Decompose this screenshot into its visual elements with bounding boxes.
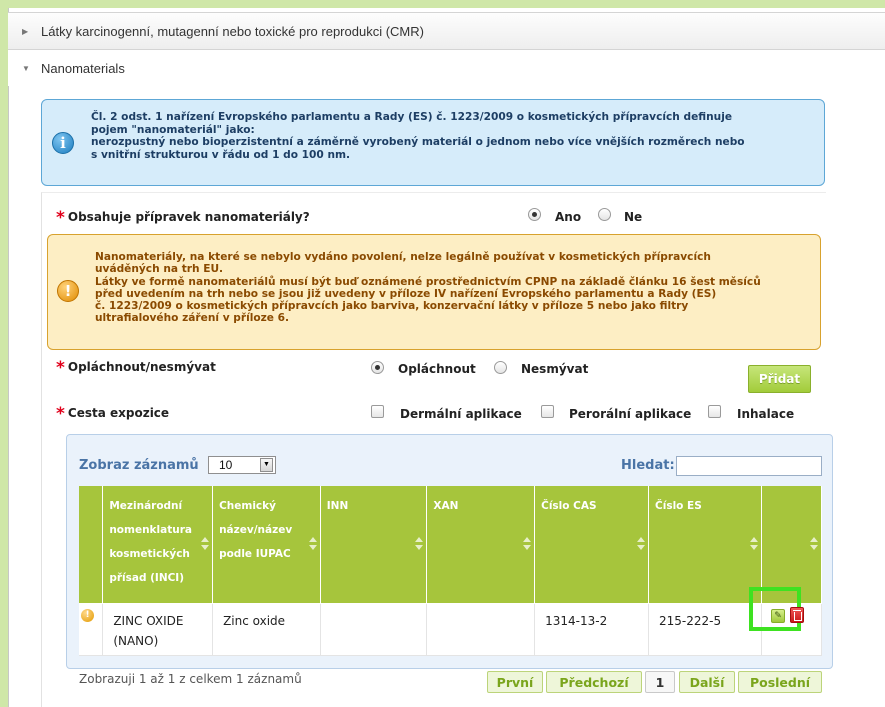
- cell-es: 215-222-5: [648, 603, 762, 656]
- column-header-es-label: Číslo ES: [655, 500, 702, 512]
- info-message: i Čl. 2 odst. 1 nařízení Evropského parl…: [41, 99, 825, 186]
- cell-cas: 1314-13-2: [534, 603, 650, 656]
- cell-chemical: Zinc oxide: [212, 603, 321, 656]
- cell-xan: [426, 603, 536, 656]
- sort-icon: [523, 537, 532, 551]
- column-header-inci[interactable]: Mezinárodní nomenklatura kosmetických př…: [102, 486, 214, 604]
- checkbox-inhalation[interactable]: [708, 405, 721, 418]
- column-header-xan-label: XAN: [433, 500, 459, 512]
- column-header-chemical-label: Chemický název/název podle IUPAC: [219, 500, 293, 560]
- checkbox-dermal[interactable]: [371, 405, 384, 418]
- pagination-current[interactable]: 1: [645, 671, 675, 693]
- length-select-value: 10: [219, 458, 233, 472]
- warning-icon: !: [81, 608, 94, 622]
- radio-oplachnout[interactable]: [371, 361, 384, 374]
- column-header-xan[interactable]: XAN: [426, 486, 536, 604]
- pencil-edit-icon[interactable]: ✎: [771, 609, 785, 623]
- pagination-previous[interactable]: Předchozí: [546, 671, 642, 693]
- dropdown-arrow-icon: ▼: [260, 458, 273, 472]
- required-asterisk: *: [56, 358, 65, 378]
- sort-icon: [201, 537, 210, 551]
- question-rinse-label: Opláchnout/nesmývat: [67, 360, 216, 374]
- column-header-actions[interactable]: [761, 486, 823, 604]
- question-contains-nano-label: Obsahuje přípravek nanomateriály?: [67, 210, 310, 224]
- cell-inci: ZINC OXIDE (NANO): [102, 603, 214, 656]
- row-status-cell: !: [79, 603, 104, 656]
- checkbox-inhalation-label: Inhalace: [737, 407, 795, 421]
- accordion-header-cmr[interactable]: ▶ Látky karcinogenní, mutagenní nebo tox…: [8, 12, 885, 50]
- accordion-header-nanomaterials[interactable]: ▼ Nanomaterials: [8, 50, 885, 86]
- left-bar: [0, 0, 8, 707]
- checkbox-peroral-label: Perorální aplikace: [569, 407, 692, 421]
- chevron-right-icon: ▶: [22, 26, 29, 36]
- length-select[interactable]: 10 ▼: [208, 456, 276, 474]
- warning-message-text: Nanomateriály, na které se nebylo vydáno…: [95, 251, 761, 325]
- top-bar: [0, 0, 885, 8]
- chevron-down-icon: ▼: [22, 63, 30, 73]
- cell-inn: [320, 603, 428, 656]
- nanomaterials-table: Mezinárodní nomenklatura kosmetických př…: [79, 486, 823, 656]
- column-header-inn[interactable]: INN: [320, 486, 428, 604]
- column-header-chemical[interactable]: Chemický název/název podle IUPAC: [212, 486, 321, 604]
- info-icon: i: [52, 132, 74, 154]
- search-label: Hledat:: [621, 458, 675, 473]
- column-header-cas-label: Číslo CAS: [541, 500, 597, 512]
- sort-icon: [415, 537, 424, 551]
- search-input[interactable]: [676, 456, 822, 476]
- accordion-label-nanomaterials: Nanomaterials: [41, 60, 125, 76]
- length-label: Zobraz záznamů: [79, 458, 199, 473]
- table-row: ! ZINC OXIDE (NANO) Zinc oxide 1314-13-2…: [79, 603, 823, 656]
- pagination-last[interactable]: Poslední: [738, 671, 822, 693]
- column-header-cas[interactable]: Číslo CAS: [534, 486, 650, 604]
- radio-ano-label: Ano: [555, 210, 582, 224]
- column-header-inn-label: INN: [326, 500, 349, 512]
- required-asterisk: *: [56, 208, 65, 228]
- column-header-es[interactable]: Číslo ES: [648, 486, 762, 604]
- radio-oplachnout-label: Opláchnout: [398, 362, 476, 376]
- sort-icon: [749, 537, 758, 551]
- add-button[interactable]: Přidat: [748, 365, 811, 393]
- trash-delete-icon[interactable]: [790, 607, 804, 623]
- radio-nesmyvat[interactable]: [494, 361, 507, 374]
- radio-nesmyvat-label: Nesmývat: [521, 362, 589, 376]
- warning-message: ! Nanomateriály, na které se nebylo vydá…: [47, 234, 821, 350]
- question-rinse: * Opláchnout/nesmývat: [56, 356, 216, 378]
- required-asterisk: *: [56, 404, 65, 424]
- question-exposure: * Cesta expozice: [56, 402, 170, 424]
- question-contains-nano: * Obsahuje přípravek nanomateriály?: [56, 206, 310, 228]
- sort-icon: [308, 537, 317, 551]
- radio-ne[interactable]: [598, 208, 611, 221]
- radio-ne-label: Ne: [624, 210, 643, 224]
- column-header-inci-label: Mezinárodní nomenklatura kosmetických př…: [109, 500, 192, 584]
- question-exposure-label: Cesta expozice: [67, 406, 170, 420]
- sort-icon: [810, 537, 818, 551]
- warning-icon: !: [57, 280, 79, 302]
- sort-icon: [637, 537, 646, 551]
- pagination-next[interactable]: Další: [679, 671, 735, 693]
- accordion-label-cmr: Látky karcinogenní, mutagenní nebo toxic…: [41, 23, 424, 39]
- radio-ano[interactable]: [528, 208, 541, 221]
- checkbox-dermal-label: Dermální aplikace: [400, 407, 522, 421]
- column-header-status: [79, 486, 104, 604]
- pagination-first[interactable]: První: [487, 671, 543, 693]
- info-message-text: Čl. 2 odst. 1 nařízení Evropského parlam…: [91, 111, 745, 161]
- checkbox-peroral[interactable]: [541, 405, 554, 418]
- table-info: Zobrazuji 1 až 1 z celkem 1 záznamů: [79, 672, 302, 686]
